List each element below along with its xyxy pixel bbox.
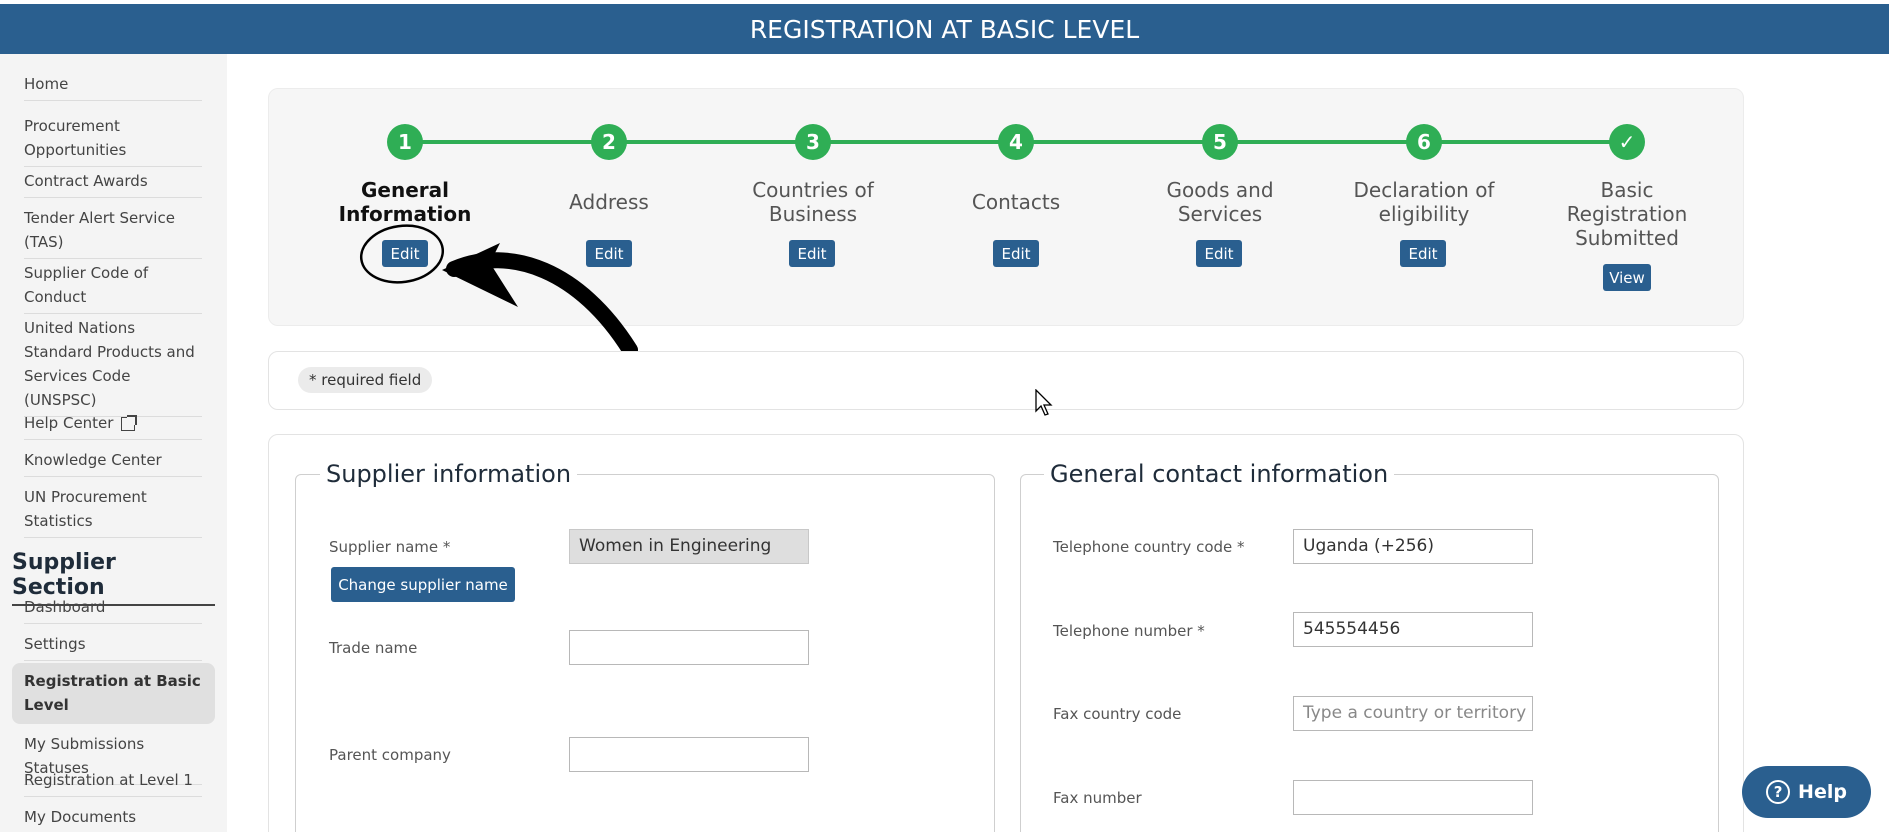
trade-name-label: Trade name bbox=[329, 639, 418, 657]
sidebar-item-registration-level-1[interactable]: Registration at Level 1 bbox=[24, 764, 202, 797]
page-header: REGISTRATION AT BASIC LEVEL bbox=[0, 4, 1889, 54]
step-5-label: Goods and Services bbox=[1166, 178, 1274, 226]
step-5-edit-button[interactable]: Edit bbox=[1196, 240, 1242, 267]
step-4-edit-button[interactable]: Edit bbox=[993, 240, 1039, 267]
sidebar-item-code-of-conduct[interactable]: Supplier Code of Conduct bbox=[24, 257, 202, 314]
sidebar-item-unspsc[interactable]: United Nations Standard Products and Ser… bbox=[24, 312, 202, 417]
fax-country-code-label: Fax country code bbox=[1053, 705, 1182, 723]
fax-number-label: Fax number bbox=[1053, 789, 1142, 807]
trade-name-input[interactable] bbox=[569, 630, 809, 665]
tel-number-label: Telephone number * bbox=[1053, 622, 1205, 640]
step-4-circle: 4 bbox=[998, 124, 1034, 160]
tel-number-input[interactable]: 545554456 bbox=[1293, 612, 1533, 647]
sidebar-item-un-statistics[interactable]: UN Procurement Statistics bbox=[24, 481, 202, 538]
sidebar-item-settings[interactable]: Settings bbox=[24, 628, 202, 661]
sidebar-item-dashboard[interactable]: Dashboard bbox=[24, 591, 202, 624]
sidebar-item-tas[interactable]: Tender Alert Service (TAS) bbox=[24, 202, 202, 259]
step-2-label: Address bbox=[569, 190, 649, 214]
help-button-label: Help bbox=[1798, 781, 1847, 803]
mouse-cursor-icon bbox=[1035, 389, 1053, 416]
sidebar-item-procurement-opportunities[interactable]: Procurement Opportunities bbox=[24, 110, 202, 167]
sidebar-item-my-documents[interactable]: My Documents bbox=[24, 801, 202, 832]
step-6-edit-button[interactable]: Edit bbox=[1400, 240, 1446, 267]
tel-country-code-input[interactable]: Uganda (+256) bbox=[1293, 529, 1533, 564]
external-link-icon bbox=[121, 414, 138, 431]
supplier-info-legend: Supplier information bbox=[320, 460, 578, 488]
sidebar-item-knowledge-center[interactable]: Knowledge Center bbox=[24, 444, 202, 477]
question-mark-icon: ? bbox=[1766, 780, 1791, 804]
fax-number-input[interactable] bbox=[1293, 780, 1533, 815]
page-title: REGISTRATION AT BASIC LEVEL bbox=[749, 14, 1140, 44]
sidebar: Home Procurement Opportunities Contract … bbox=[0, 54, 227, 832]
sidebar-item-label: Help Center bbox=[24, 414, 114, 432]
step-6-label: Declaration of eligibility bbox=[1353, 178, 1495, 226]
step-6-circle: 6 bbox=[1406, 124, 1442, 160]
required-note-panel bbox=[268, 351, 1744, 410]
sidebar-item-registration-basic[interactable]: Registration at Basic Level bbox=[24, 665, 202, 721]
supplier-name-label: Supplier name * bbox=[329, 538, 451, 556]
step-5-circle: 5 bbox=[1202, 124, 1238, 160]
contact-info-legend: General contact information bbox=[1044, 460, 1395, 488]
help-button[interactable]: ? Help bbox=[1742, 766, 1871, 818]
step-2-circle: 2 bbox=[591, 124, 627, 160]
step-3-edit-button[interactable]: Edit bbox=[789, 240, 835, 267]
required-field-badge: * required field bbox=[298, 367, 433, 393]
contact-info-fieldset bbox=[1020, 474, 1719, 832]
step-4-label: Contacts bbox=[971, 190, 1061, 214]
annotation-arrow-icon bbox=[359, 224, 638, 358]
sidebar-item-contract-awards[interactable]: Contract Awards bbox=[24, 165, 202, 198]
sidebar-item-help-center[interactable]: Help Center bbox=[24, 407, 202, 440]
step-7-label: Basic Registration Submitted bbox=[1566, 178, 1688, 250]
step-3-circle: 3 bbox=[795, 124, 831, 160]
parent-company-label: Parent company bbox=[329, 746, 451, 764]
tel-country-code-label: Telephone country code * bbox=[1053, 538, 1245, 556]
parent-company-input[interactable] bbox=[569, 737, 809, 772]
step-7-check-icon: ✓ bbox=[1609, 124, 1645, 160]
fax-country-code-input[interactable]: Type a country or territory name bbox=[1293, 696, 1533, 731]
step-1-circle: 1 bbox=[387, 124, 423, 160]
step-3-label: Countries of Business bbox=[752, 178, 874, 226]
supplier-name-input[interactable]: Women in Engineering bbox=[569, 529, 809, 564]
sidebar-item-home[interactable]: Home bbox=[24, 68, 202, 101]
change-supplier-name-button[interactable]: Change supplier name bbox=[331, 567, 515, 602]
step-7-view-button[interactable]: View bbox=[1603, 264, 1651, 291]
